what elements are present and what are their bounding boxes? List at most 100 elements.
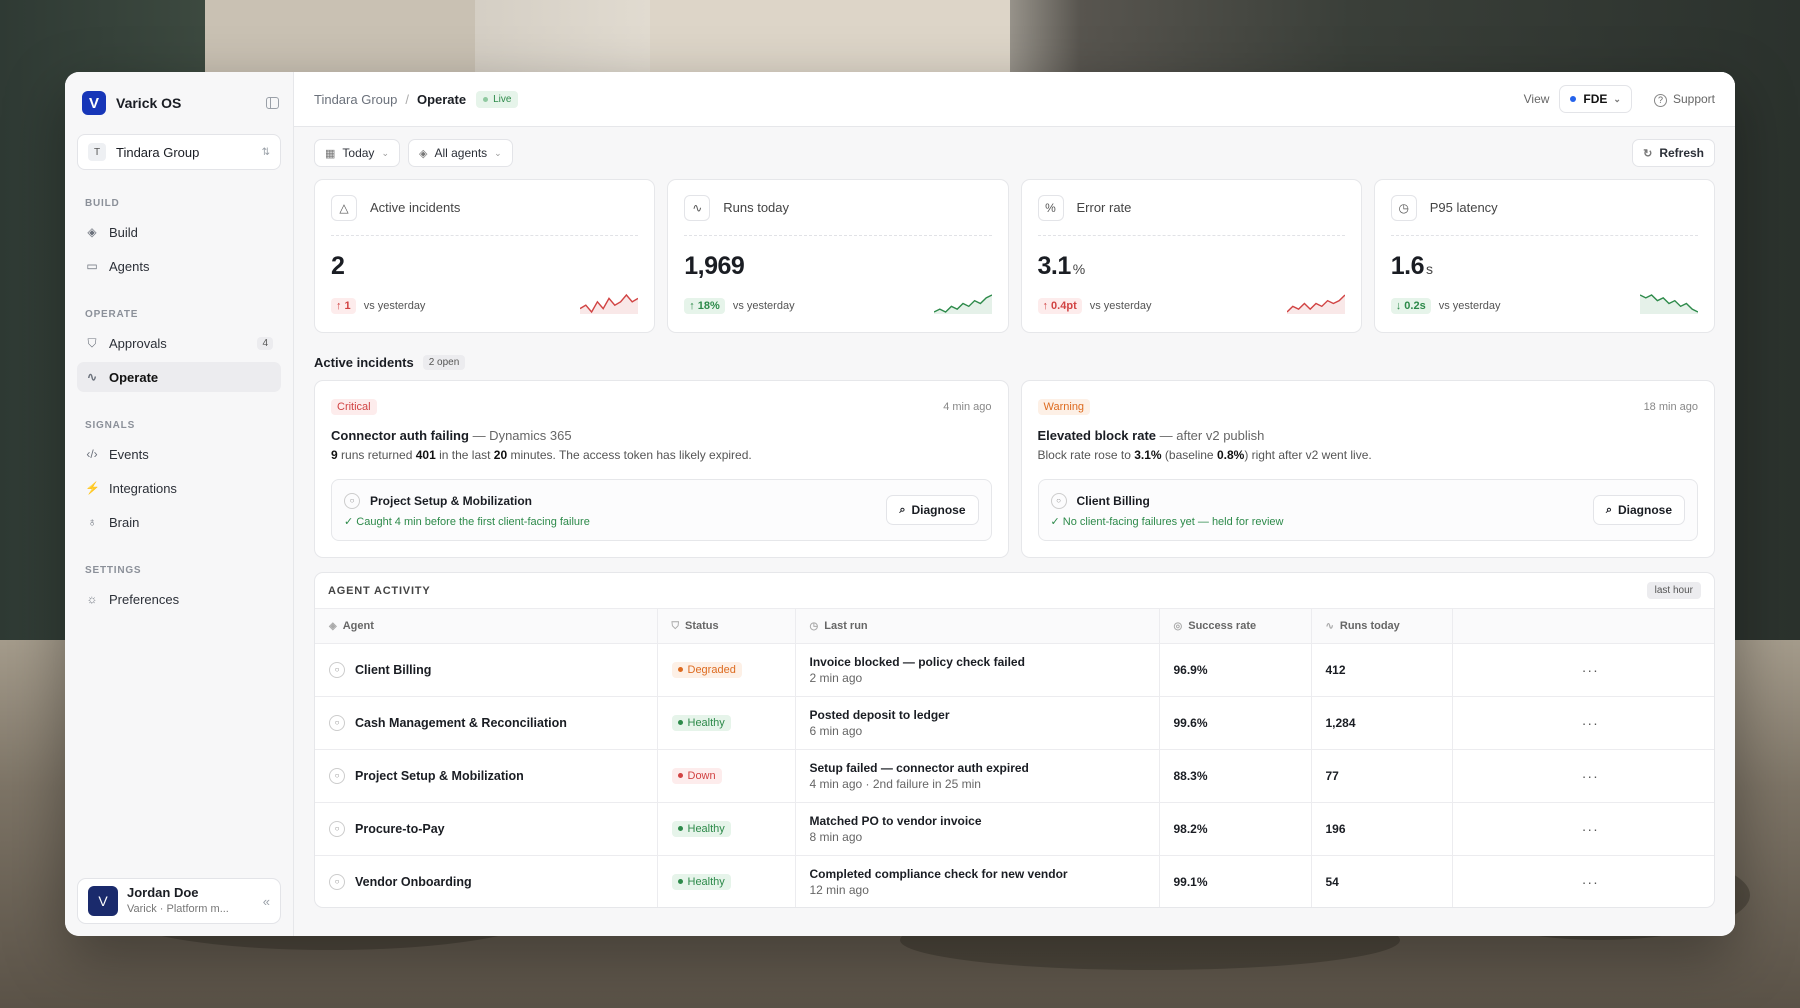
diagnose-button[interactable]: ⌕ Diagnose bbox=[1592, 495, 1685, 525]
agent-name-wrap: ○ Vendor Onboarding bbox=[329, 873, 657, 890]
user-card[interactable]: V Jordan Doe Varick · Platform m... « bbox=[77, 878, 281, 924]
date-filter[interactable]: ▦ Today ⌄ bbox=[314, 139, 400, 167]
user-subtitle: Varick · Platform m... bbox=[127, 903, 229, 916]
incident-desc-part: 3.1% bbox=[1134, 448, 1162, 462]
incident-agent-name: Project Setup & Mobilization bbox=[370, 493, 533, 508]
last-run-time: 6 min ago bbox=[809, 723, 863, 738]
kpi-title: P95 latency bbox=[1429, 200, 1498, 215]
incident-agent-box: ○ Client Billing ✓ No client-facing failur… bbox=[1037, 479, 1698, 541]
kpi-number: 1.6 bbox=[1390, 252, 1425, 280]
agent-name: Procure-to-Pay bbox=[355, 821, 445, 836]
view-select[interactable]: FDE ⌄ bbox=[1559, 85, 1632, 113]
diagnose-button[interactable]: ⌕ Diagnose bbox=[886, 495, 979, 525]
kpi-card: ◷ P95 latency 1.6 s ↓ 0.2s vs yesterday bbox=[1373, 179, 1715, 333]
agent-name: Client Billing bbox=[355, 662, 432, 677]
column-header: ∿ Runs today bbox=[1311, 609, 1453, 644]
breadcrumb-current: Operate bbox=[416, 91, 467, 107]
status-cell: Healthy bbox=[657, 696, 796, 750]
kpi-value: 1,969 bbox=[684, 252, 991, 281]
sidebar-item-build[interactable]: ◈ Build bbox=[77, 217, 281, 247]
help-icon: ? bbox=[1653, 93, 1667, 107]
agent-icon: ○ bbox=[344, 492, 360, 509]
kpi-header: ∿ Runs today bbox=[684, 180, 992, 236]
agent-name-wrap: ○ Cash Management & Reconciliation bbox=[329, 714, 657, 731]
briefcase-icon: ▭ bbox=[86, 259, 98, 273]
incident-cards: Critical 4 min ago Connector auth failing … bbox=[314, 380, 1715, 558]
column-header-label: Last run bbox=[824, 619, 868, 632]
clock-icon: ◷ bbox=[1390, 194, 1417, 221]
nav-section-label: SIGNALS bbox=[85, 420, 136, 431]
filter-bar: ▦ Today ⌄ ◈ All agents ⌄ ↻ Refresh bbox=[314, 139, 1715, 167]
layers-icon: ◈ bbox=[329, 620, 337, 632]
agent-name: Cash Management & Reconciliation bbox=[355, 715, 567, 730]
more-options-icon[interactable]: ··· bbox=[1452, 696, 1714, 750]
agents-filter[interactable]: ◈ All agents ⌄ bbox=[407, 139, 513, 167]
refresh-button[interactable]: ↻ Refresh bbox=[1632, 139, 1715, 167]
sidebar-item-agents[interactable]: ▭ Agents bbox=[77, 251, 281, 281]
kpi-header: % Error rate bbox=[1037, 180, 1345, 236]
kpi-unit: % bbox=[1072, 261, 1085, 277]
incidents-title: Active incidents bbox=[314, 355, 414, 370]
incident-description: Block rate rose to 3.1% (baseline 0.8%) … bbox=[1038, 448, 1699, 462]
sidebar-item-preferences[interactable]: ☼ Preferences bbox=[77, 584, 281, 614]
live-badge: Live bbox=[476, 90, 519, 108]
breadcrumb-workspace[interactable]: Tindara Group bbox=[314, 92, 397, 107]
incident-desc-part: 0.8% bbox=[1216, 448, 1245, 462]
agent-cell: ○ Procure-to-Pay bbox=[315, 802, 658, 856]
sidebar-item-brain[interactable]: ♁ Brain bbox=[77, 507, 281, 537]
sidebar-nav: BUILD ◈ Build ▭ Agents OPERATE ⛉ Approvals 4 ∿ Ope… bbox=[77, 198, 281, 614]
agent-name-wrap: ○ Project Setup & Mobilization bbox=[329, 767, 657, 784]
agent-activity-table: AGENT ACTIVITY last hour ◈ Agent ⛉ Status ◷ L… bbox=[314, 572, 1715, 908]
last-run-time: 8 min ago bbox=[809, 829, 863, 844]
kpi-card: ∿ Runs today 1,969 ↑ 18% vs yesterday bbox=[667, 179, 1009, 333]
chevron-updown-icon: ⇅ bbox=[261, 146, 270, 158]
more-options-icon[interactable]: ··· bbox=[1452, 749, 1714, 803]
last-run-cell: Matched PO to vendor invoice 8 min ago bbox=[795, 802, 1160, 856]
kpi-footer: ↑ 18% vs yesterday bbox=[684, 298, 795, 314]
collapse-icon[interactable]: « bbox=[263, 894, 270, 909]
kpi-number: 2 bbox=[331, 252, 345, 280]
table-row[interactable]: ○ Vendor Onboarding Healthy Completed compl… bbox=[315, 855, 1714, 907]
kpi-header: △ Active incidents bbox=[331, 180, 639, 236]
sidebar-item-events[interactable]: ‹/› Events bbox=[77, 439, 281, 469]
code-icon: ‹/› bbox=[86, 447, 98, 461]
more-options-icon[interactable]: ··· bbox=[1452, 643, 1714, 697]
support-link[interactable]: ? Support bbox=[1653, 92, 1715, 107]
status-badge: Healthy bbox=[671, 873, 731, 890]
runs-today-cell: 196 bbox=[1311, 802, 1453, 856]
incident-desc-part: minutes. The access token has likely exp… bbox=[507, 448, 752, 462]
table-row[interactable]: ○ Project Setup & Mobilization Down Setup f… bbox=[315, 749, 1714, 803]
table-row[interactable]: ○ Cash Management & Reconciliation Healthy… bbox=[315, 696, 1714, 750]
column-header-label: Runs today bbox=[1339, 619, 1400, 632]
sidebar-item-approvals[interactable]: ⛉ Approvals 4 bbox=[77, 328, 281, 358]
sidebar-item-label: Integrations bbox=[109, 480, 177, 496]
diagnose-label: Diagnose bbox=[911, 503, 966, 517]
kpi-row: △ Active incidents 2 ↑ 1 vs yesterday ∿ Runs t… bbox=[314, 179, 1715, 333]
kpi-compare: vs yesterday bbox=[732, 300, 795, 312]
incident-title: Elevated block rate — after v2 publish bbox=[1038, 428, 1699, 443]
workspace-switcher[interactable]: T Tindara Group ⇅ bbox=[77, 134, 281, 170]
activity-title: AGENT ACTIVITY bbox=[328, 584, 431, 597]
success-rate-cell: 98.2% bbox=[1159, 802, 1312, 856]
success-rate-cell: 99.1% bbox=[1159, 855, 1312, 907]
severity-badge: Warning bbox=[1037, 399, 1091, 415]
table-row[interactable]: ○ Client Billing Degraded Invoice blocked —… bbox=[315, 643, 1714, 697]
sidebar-item-operate[interactable]: ∿ Operate bbox=[77, 362, 281, 392]
table-row[interactable]: ○ Procure-to-Pay Healthy Matched PO to vend… bbox=[315, 802, 1714, 856]
incident-card: Warning 18 min ago Elevated block rate — a… bbox=[1020, 380, 1715, 558]
toggle-sidebar-icon[interactable] bbox=[266, 97, 279, 109]
agent-name-wrap: ○ Procure-to-Pay bbox=[329, 820, 657, 837]
incidents-header: Active incidents 2 open bbox=[314, 355, 1715, 370]
more-options-icon[interactable]: ··· bbox=[1452, 802, 1714, 856]
nav-section-label: BUILD bbox=[85, 198, 120, 209]
kpi-compare: vs yesterday bbox=[1089, 300, 1152, 312]
shield-icon: ⛉ bbox=[671, 620, 680, 632]
agent-cell: ○ Vendor Onboarding bbox=[315, 855, 658, 907]
sidebar-item-integrations[interactable]: ⚡ Integrations bbox=[77, 473, 281, 503]
success-rate-cell: 99.6% bbox=[1159, 696, 1312, 750]
more-options-icon[interactable]: ··· bbox=[1452, 855, 1714, 907]
runs-today-cell: 77 bbox=[1311, 749, 1453, 803]
sidebar-item-label: Preferences bbox=[109, 591, 180, 607]
sparkline-chart bbox=[1286, 294, 1345, 314]
last-run-time: 4 min ago · 2nd failure in 25 min bbox=[809, 776, 981, 791]
